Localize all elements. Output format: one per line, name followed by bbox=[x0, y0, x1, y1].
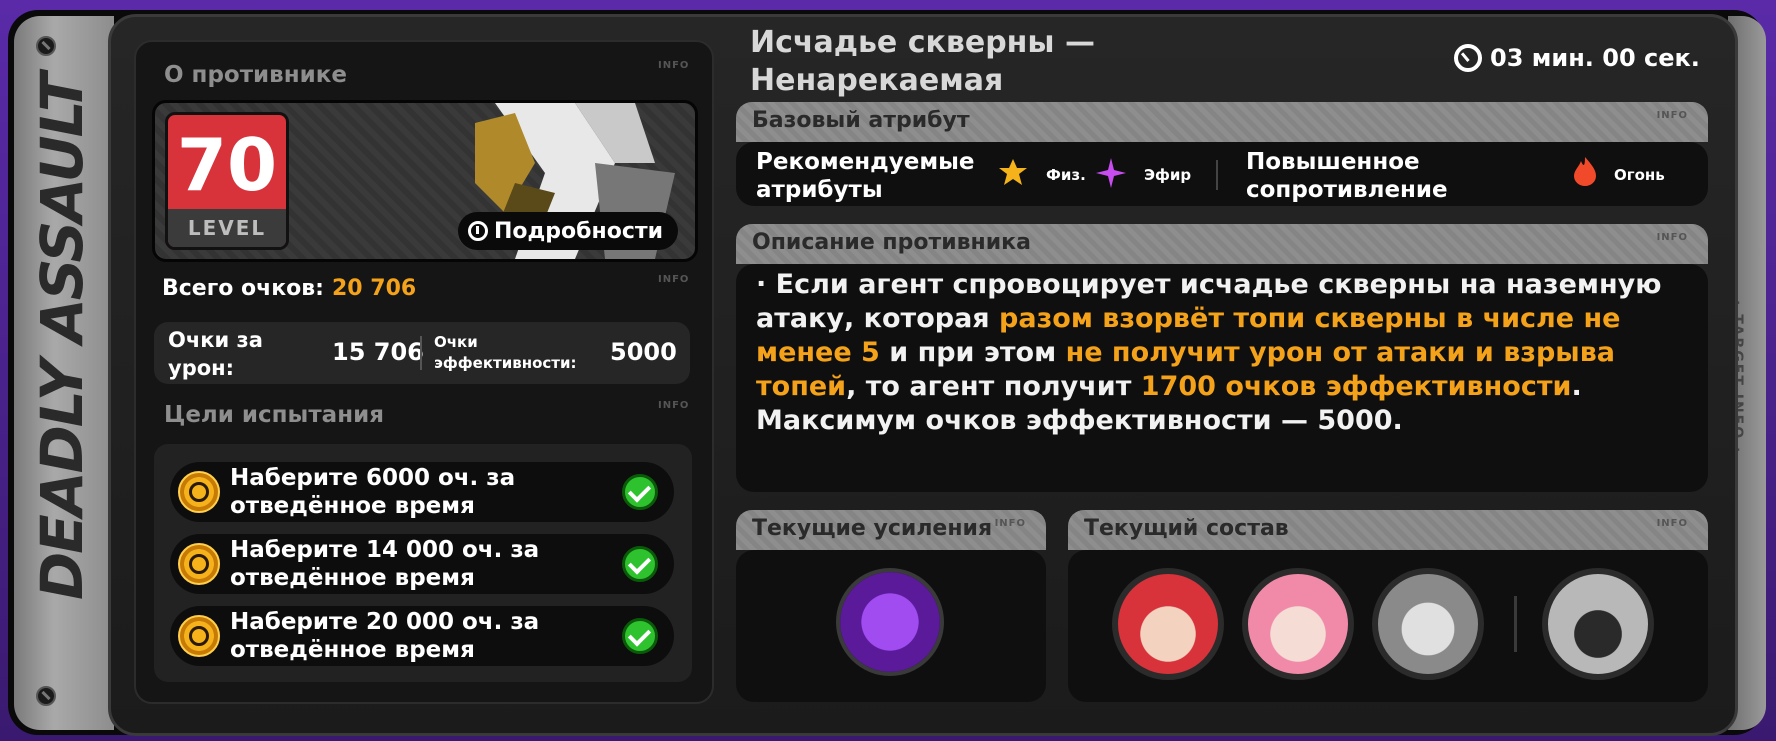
info-tag[interactable]: INFO bbox=[658, 274, 689, 285]
goal-text: Наберите 6000 оч. за отведённое время bbox=[230, 465, 516, 519]
description-header: Описание противника INFO bbox=[736, 224, 1708, 264]
goal-medal-icon bbox=[178, 471, 220, 513]
info-tag[interactable]: INFO bbox=[1657, 110, 1688, 121]
attributes-title: Базовый атрибут bbox=[752, 108, 970, 133]
fire-label: Огонь bbox=[1614, 166, 1665, 184]
agent-avatar[interactable] bbox=[1242, 568, 1354, 680]
team-title: Текущий состав bbox=[1084, 516, 1289, 541]
info-circle-icon bbox=[468, 221, 488, 241]
desc-text: , то агент получит bbox=[846, 371, 1141, 402]
enemy-section-title: О противнике bbox=[164, 62, 347, 88]
physical-label: Физ. bbox=[1046, 166, 1086, 184]
info-tag[interactable]: INFO bbox=[658, 60, 689, 71]
check-icon bbox=[622, 474, 658, 510]
buffs-header: Текущие усиления INFO bbox=[736, 510, 1046, 550]
physical-icon bbox=[999, 159, 1027, 185]
goal-text: Наберите 14 000 оч. за отведённое время bbox=[230, 537, 540, 591]
desc-highlight: 1700 очков эффективности bbox=[1140, 371, 1572, 402]
total-score-label: Всего очков: bbox=[162, 276, 324, 301]
enemy-name: Исчадье скверны — Ненарекаемая bbox=[750, 24, 1095, 100]
divider bbox=[1216, 160, 1218, 190]
recommended-label: Рекомендуемые атрибуты bbox=[756, 149, 975, 203]
level-number: 70 bbox=[176, 123, 278, 207]
goal-item: Наберите 20 000 оч. за отведённое время bbox=[170, 606, 674, 666]
damage-score-label: Очки за урон: bbox=[168, 328, 263, 380]
resistance-label: Повышенное сопротивление bbox=[1246, 149, 1448, 203]
attributes-header: Базовый атрибут INFO bbox=[736, 102, 1708, 142]
details-button[interactable]: Подробности bbox=[458, 212, 678, 250]
check-icon bbox=[622, 546, 658, 582]
info-tag[interactable]: INFO bbox=[658, 400, 689, 411]
agent-avatar[interactable] bbox=[1112, 568, 1224, 680]
damage-score-value: 15 706 bbox=[332, 338, 424, 366]
efficiency-score-label: Очки эффективности: bbox=[434, 333, 577, 372]
score-breakdown: Очки за урон: 15 706 Очки эффективности:… bbox=[154, 322, 690, 384]
goal-text: Наберите 20 000 оч. за отведённое время bbox=[230, 609, 540, 663]
team-divider bbox=[1514, 596, 1517, 652]
clock-icon bbox=[1454, 44, 1482, 72]
goal-medal-icon bbox=[178, 543, 220, 585]
divider bbox=[420, 336, 422, 370]
level-badge: 70 LEVEL bbox=[165, 112, 289, 250]
enemy-description: · Если агент спровоцирует исчадье скверн… bbox=[756, 268, 1696, 438]
screw-icon bbox=[36, 36, 56, 56]
enemy-name-line2: Ненарекаемая bbox=[750, 63, 1004, 98]
mode-title: DEADLY ASSAULT bbox=[28, 74, 96, 600]
ether-icon bbox=[1096, 158, 1126, 188]
info-tag[interactable]: INFO bbox=[1657, 518, 1688, 529]
goal-item: Наберите 6000 оч. за отведённое время bbox=[170, 462, 674, 522]
description-title: Описание противника bbox=[752, 230, 1031, 255]
timer-value: 03 мин. 00 сек. bbox=[1490, 44, 1700, 72]
buffs-title: Текущие усиления bbox=[752, 516, 993, 541]
fire-icon bbox=[1574, 157, 1596, 186]
efficiency-score-value: 5000 bbox=[610, 338, 677, 366]
agent-avatar[interactable] bbox=[1372, 568, 1484, 680]
enemy-name-line1: Исчадье скверны — bbox=[750, 25, 1095, 60]
check-icon bbox=[622, 618, 658, 654]
goal-medal-icon bbox=[178, 615, 220, 657]
goal-item: Наберите 14 000 оч. за отведённое время bbox=[170, 534, 674, 594]
info-tag[interactable]: INFO bbox=[1657, 232, 1688, 243]
screw-icon bbox=[36, 686, 56, 706]
buff-icon[interactable] bbox=[836, 568, 944, 676]
total-score-value: 20 706 bbox=[331, 276, 417, 301]
timer: 03 мин. 00 сек. bbox=[1454, 44, 1700, 72]
level-label: LEVEL bbox=[168, 209, 286, 247]
goals-section-title: Цели испытания bbox=[164, 402, 384, 428]
team-header: Текущий состав INFO bbox=[1068, 510, 1708, 550]
info-tag[interactable]: INFO bbox=[995, 518, 1026, 529]
total-score: Всего очков: 20 706 bbox=[162, 276, 416, 301]
bangboo-avatar[interactable] bbox=[1542, 568, 1654, 680]
ether-label: Эфир bbox=[1144, 166, 1192, 184]
desc-text: и при этом bbox=[879, 337, 1066, 368]
details-button-label: Подробности bbox=[494, 218, 664, 244]
